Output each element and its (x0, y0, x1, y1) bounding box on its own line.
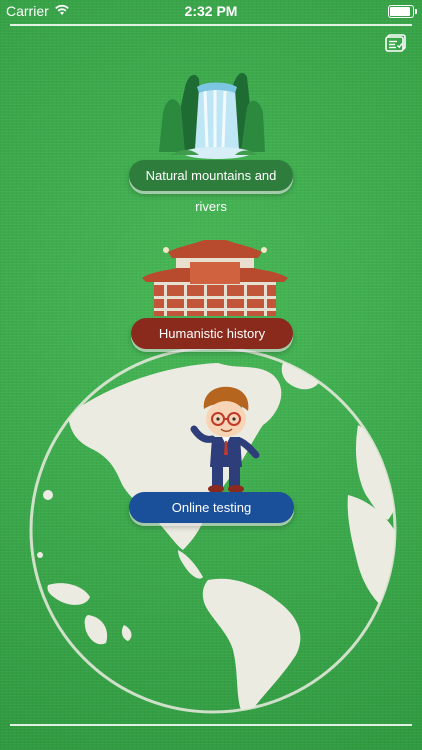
online-testing-button[interactable]: Online testing (129, 492, 294, 523)
battery-icon (388, 5, 417, 18)
status-bar: Carrier 2:32 PM (0, 0, 422, 22)
bottom-divider (10, 724, 412, 726)
waterfall-illustration (159, 72, 265, 159)
temple-illustration (142, 240, 288, 316)
menu-list-icon[interactable] (385, 34, 407, 52)
boy-character-illustration (190, 386, 260, 493)
history-button[interactable]: Humanistic history (131, 318, 293, 349)
battery-fill (390, 7, 410, 16)
clock-time: 2:32 PM (184, 3, 238, 19)
top-divider (10, 24, 412, 26)
nature-button[interactable]: Natural mountains and rivers (129, 160, 293, 214)
